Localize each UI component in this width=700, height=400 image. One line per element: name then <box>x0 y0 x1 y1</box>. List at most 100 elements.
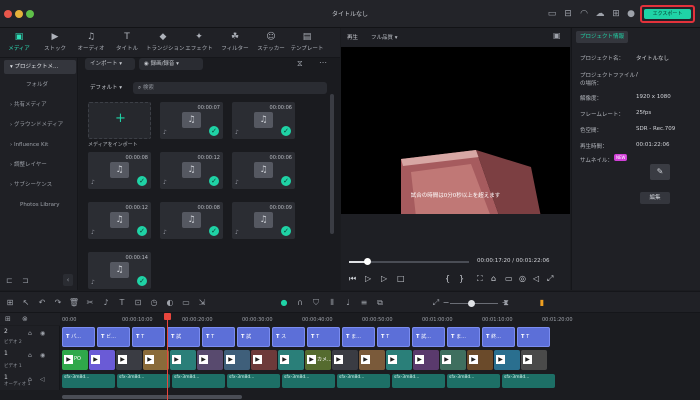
playhead-handle[interactable] <box>164 313 171 320</box>
music-note-icon[interactable]: ♪ <box>100 297 112 309</box>
tab-media[interactable]: ▣ メディア <box>2 31 36 52</box>
zoom-in-icon[interactable]: + <box>499 297 511 309</box>
export-frame-icon[interactable]: ⇲ <box>196 297 208 309</box>
lock-icon[interactable]: ⌂ <box>28 376 32 383</box>
media-thumbnail[interactable]: ♫ 00:00:06 ♪ ✓ <box>232 152 295 189</box>
zoom-handle[interactable] <box>468 300 475 307</box>
tab-filter[interactable]: ☘ フィルター <box>218 31 252 52</box>
export-button[interactable]: エクスポート <box>644 9 691 19</box>
sidebar-item-subsequence[interactable]: › サブシーケンス <box>4 178 76 192</box>
audio-clip[interactable]: sfx-3m8d... <box>447 374 500 388</box>
title-clip[interactable]: T T <box>132 327 165 347</box>
layout-icon[interactable]: ▭ <box>546 8 558 20</box>
display-icon[interactable]: ▭ <box>505 274 513 283</box>
mic-icon[interactable]: ♩ <box>342 297 354 309</box>
video-clip[interactable]: ▶ <box>440 350 466 370</box>
playhead[interactable] <box>164 313 171 400</box>
sidebar-item-adjustment-layer[interactable]: › 調整レイヤー <box>4 158 76 172</box>
video-clip[interactable]: ▶ <box>332 350 358 370</box>
video-clip[interactable]: ▶ PO <box>62 350 88 370</box>
text-icon[interactable]: T <box>116 297 128 309</box>
new-folder-icon[interactable]: ⊏ <box>6 276 13 285</box>
media-thumbnail[interactable]: ♫ 00:00:12 ♪ ✓ <box>88 202 151 239</box>
preview-tab[interactable]: 再生 <box>347 33 358 41</box>
title-clip[interactable]: T ま... <box>447 327 480 347</box>
headset-icon[interactable]: ◠ <box>578 8 590 20</box>
mask-icon[interactable]: ▭ <box>180 297 192 309</box>
clock-icon[interactable]: ◷ <box>148 297 160 309</box>
filter-icon[interactable]: ⧖ <box>297 59 303 69</box>
timeline-ruler[interactable]: 00:00 00:00:10:00 00:00:20:00 00:00:30:00 00… <box>60 313 700 325</box>
video-clip[interactable]: ▶ カメ... <box>305 350 331 370</box>
video-clip[interactable]: ▶ <box>521 350 547 370</box>
record-dropdown[interactable]: ◉ 録画/録音 ▾ <box>139 58 203 70</box>
title-clip[interactable]: T 終... <box>482 327 515 347</box>
lock-icon[interactable]: ⌂ <box>28 352 32 359</box>
gift-icon[interactable]: ⊞ <box>610 8 622 20</box>
media-thumbnail[interactable]: ♫ 00:00:12 ♪ ✓ <box>160 152 223 189</box>
collapse-panel-icon[interactable]: ‹ <box>63 274 73 286</box>
save-icon[interactable]: ⊟ <box>562 8 574 20</box>
lock-icon[interactable]: ⌂ <box>28 330 32 337</box>
media-thumbnail[interactable]: ♫ 00:00:06 ♪ ✓ <box>232 102 295 139</box>
search-input[interactable]: ⌕ 検索 <box>133 82 327 94</box>
title-clip[interactable]: T ビ... <box>97 327 130 347</box>
title-clip[interactable]: T T <box>202 327 235 347</box>
video-clip[interactable]: ▶ <box>494 350 520 370</box>
sidebar-item-folder[interactable]: フォルダ <box>4 78 76 92</box>
edit-thumbnail-icon[interactable]: ✎ <box>650 164 670 180</box>
layers-icon[interactable]: ⧉ <box>374 297 386 309</box>
link-icon[interactable]: ⊗ <box>22 315 28 323</box>
video-clip[interactable]: ▶ <box>197 350 223 370</box>
import-dropdown[interactable]: インポート ▾ <box>85 58 135 70</box>
tab-sticker[interactable]: ☺ ステッカー <box>254 31 288 52</box>
title-clip[interactable]: T パ... <box>62 327 95 347</box>
tab-music[interactable]: ♫ オーディオ <box>74 31 108 52</box>
volume-icon[interactable]: ◁ <box>533 274 539 283</box>
quality-dropdown[interactable]: フル品質 ▾ <box>371 33 398 41</box>
tab-effect[interactable]: ✦ エフェクト <box>182 31 216 52</box>
zoom-out-icon[interactable]: − <box>440 297 452 309</box>
lock-icon[interactable]: ⌂ <box>491 274 496 283</box>
play-pause-icon[interactable]: ▷ <box>381 274 387 283</box>
redo-icon[interactable]: ↷ <box>52 297 64 309</box>
video-clip[interactable]: ▶ <box>413 350 439 370</box>
avatar-icon[interactable]: ● <box>625 8 637 20</box>
snapshot-icon[interactable]: ▣ <box>553 31 561 40</box>
cloud-icon[interactable]: ☁ <box>594 8 606 20</box>
media-thumbnail[interactable]: ♫ 00:00:08 ♪ ✓ <box>88 152 151 189</box>
title-clip[interactable]: T 試 <box>237 327 270 347</box>
audio-clip[interactable]: sfx-3m8d... <box>62 374 115 388</box>
title-clip[interactable]: T ス <box>272 327 305 347</box>
folder-icon[interactable]: ⊐ <box>22 276 29 285</box>
mark-in-icon[interactable]: { <box>445 274 450 283</box>
expand-icon[interactable]: ⤢ <box>547 274 553 284</box>
title-clip[interactable]: T T <box>517 327 550 347</box>
tab-template[interactable]: ▤ テンプレート <box>290 31 324 52</box>
split-icon[interactable]: ⫴ <box>326 297 338 309</box>
video-clip[interactable]: ▶ <box>251 350 277 370</box>
list-icon[interactable]: ≡ <box>358 297 370 309</box>
eye-icon[interactable]: ◉ <box>40 352 45 359</box>
video-clip[interactable]: ▶ <box>224 350 250 370</box>
video-clip[interactable]: ▶ <box>359 350 385 370</box>
media-thumbnail[interactable]: ♫ 00:00:09 ♪ ✓ <box>232 202 295 239</box>
sidebar-item-project-media[interactable]: ▾ プロジェクトメ... <box>4 60 76 74</box>
tab-title[interactable]: T タイトル <box>110 31 144 52</box>
audio-meter-icon[interactable]: ▮ <box>536 297 548 309</box>
sidebar-item-photos-library[interactable]: Photos Library <box>4 198 76 212</box>
tab-project-info[interactable]: プロジェクト情報 <box>576 31 628 43</box>
camera-icon[interactable]: ◎ <box>519 274 526 283</box>
add-track-icon[interactable]: ⊞ <box>5 315 11 323</box>
more-icon[interactable]: ⋯ <box>319 58 327 67</box>
cut-icon[interactable]: ✂ <box>84 297 96 309</box>
grid-icon[interactable]: ⊞ <box>4 297 16 309</box>
timeline-scrollbar[interactable] <box>62 395 242 399</box>
fullscreen-icon[interactable]: ⛶ <box>477 274 483 284</box>
sidebar-item-shared-media[interactable]: › 共有メディア <box>4 98 76 112</box>
title-clip[interactable]: T 試... <box>412 327 445 347</box>
magnet-icon[interactable]: ∩ <box>294 297 306 309</box>
green-render-icon[interactable]: ● <box>278 297 290 309</box>
audio-clip[interactable]: sfx-3m8d... <box>172 374 225 388</box>
audio-clip[interactable]: sfx-3m8d... <box>392 374 445 388</box>
